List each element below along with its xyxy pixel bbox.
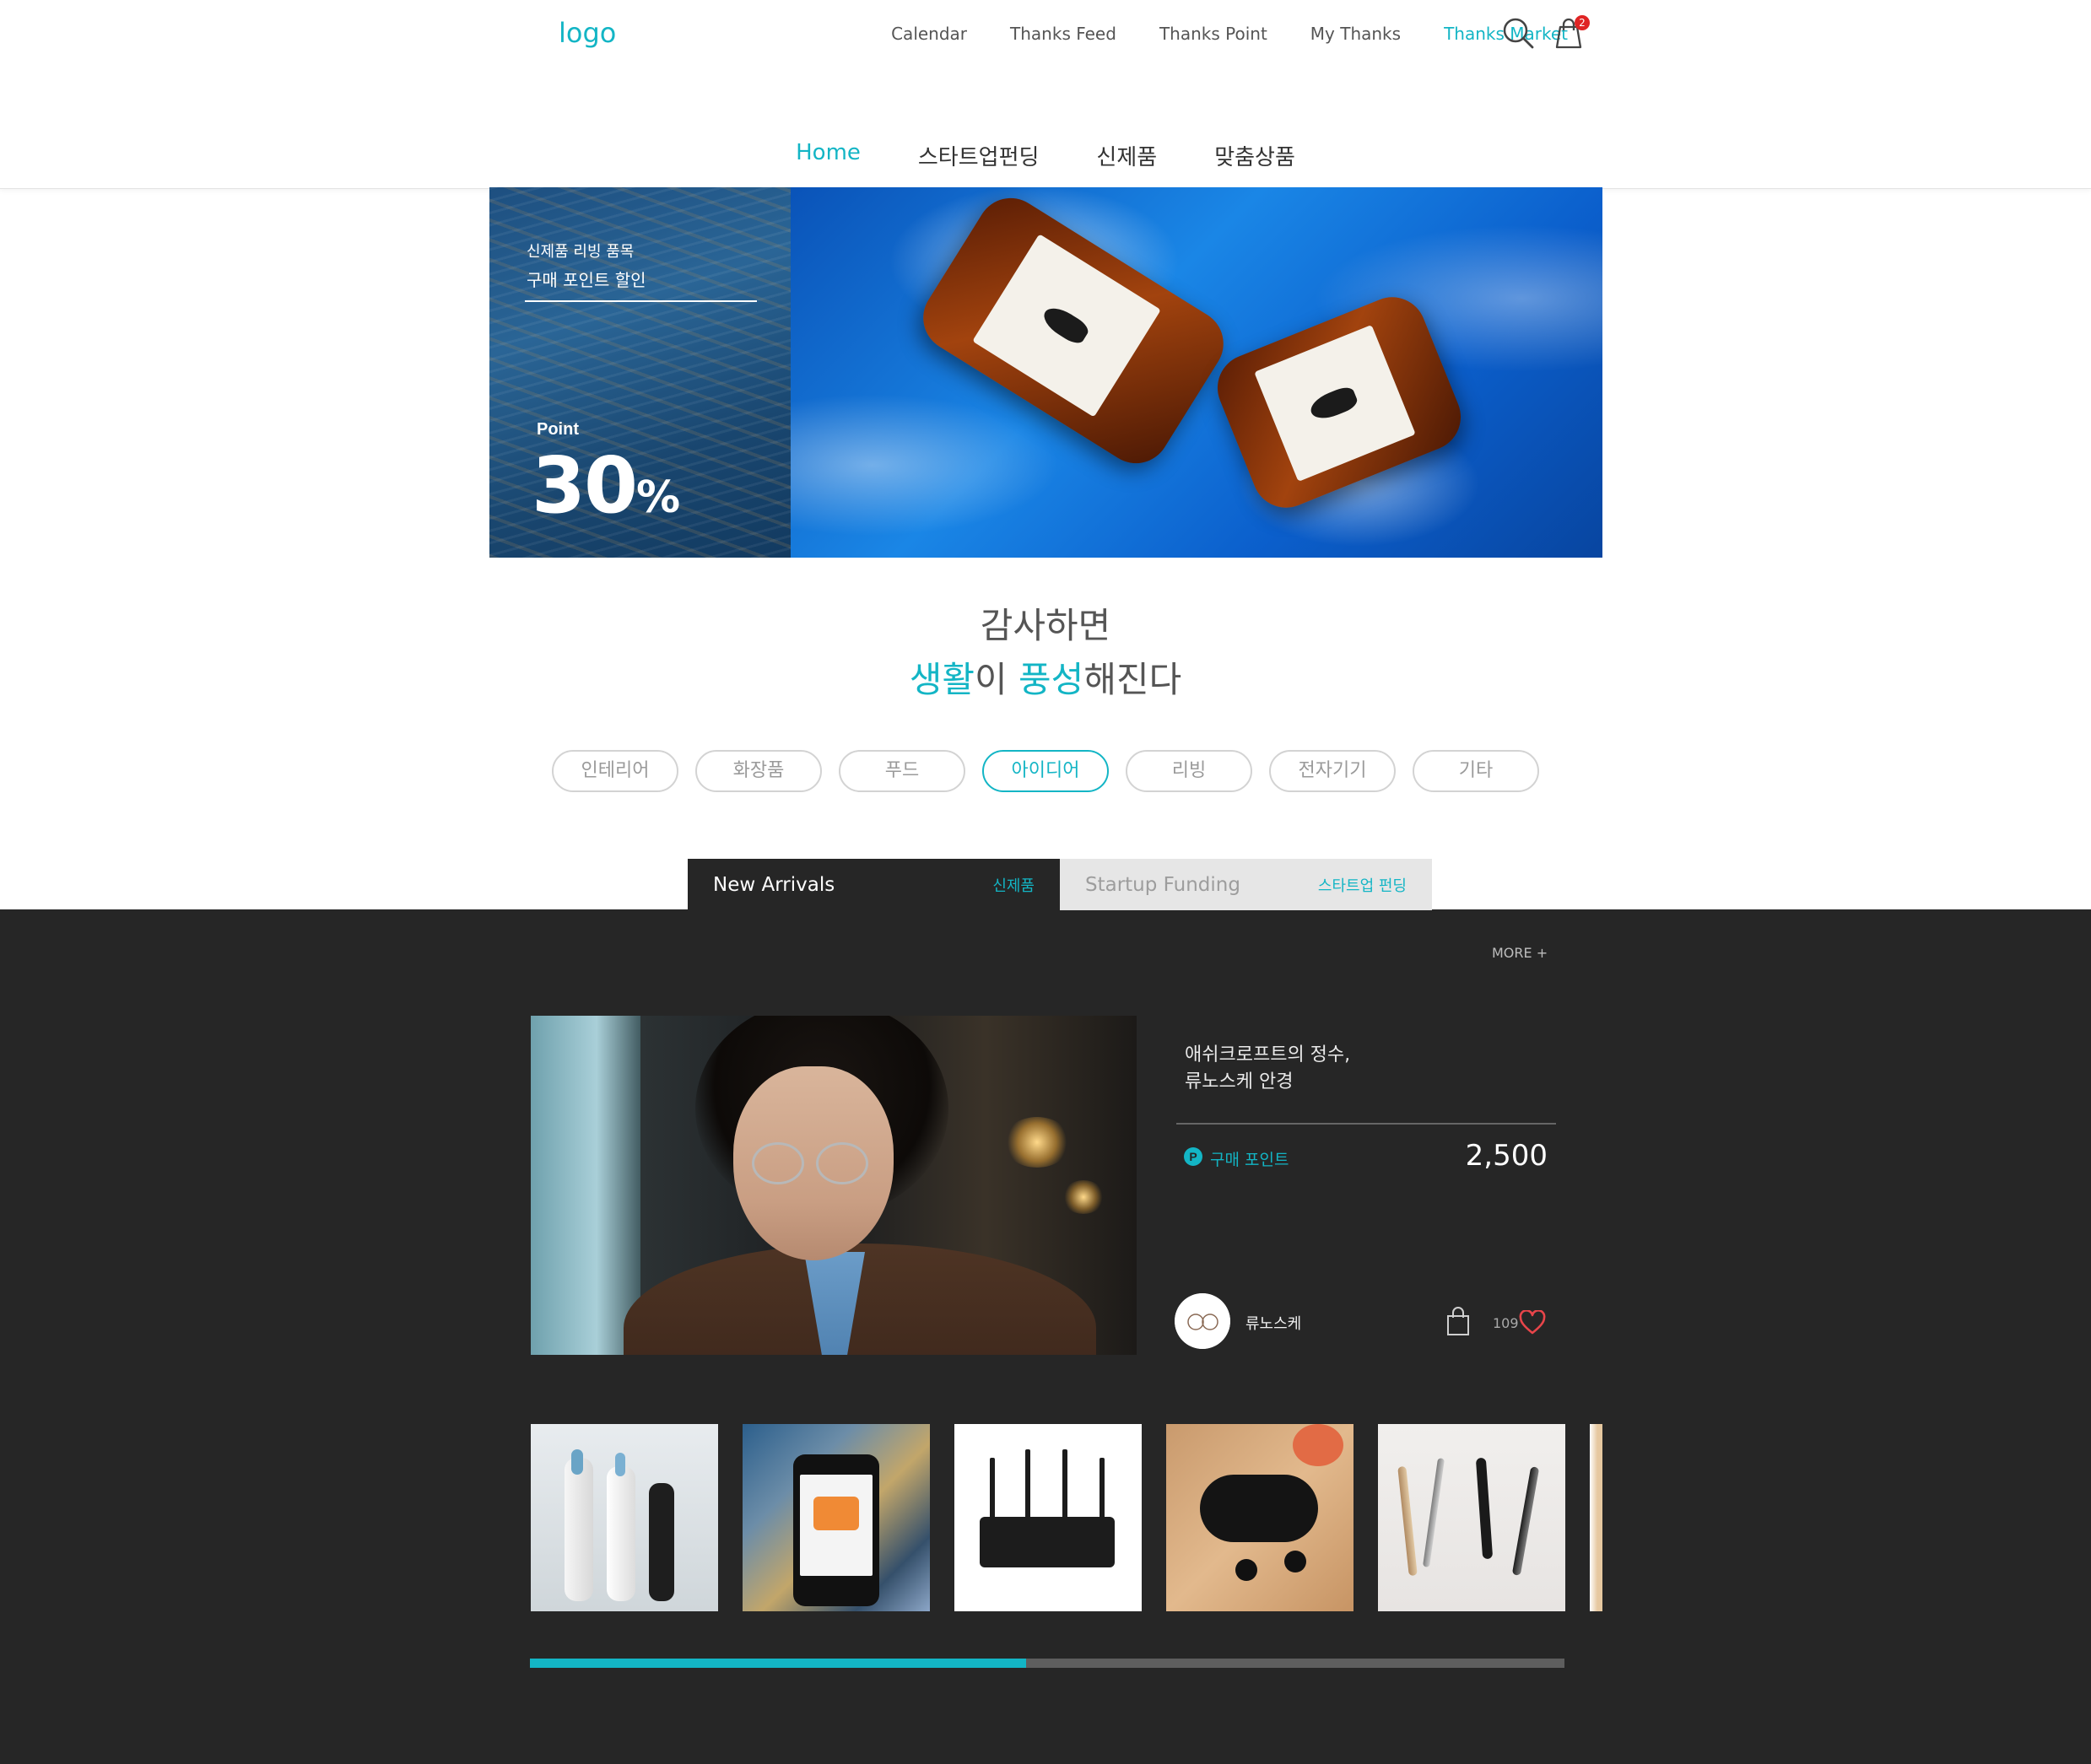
carousel-scrollbar[interactable] <box>530 1659 1564 1668</box>
cart-badge: 2 <box>1575 15 1590 30</box>
nav-thanks-feed[interactable]: Thanks Feed <box>1010 24 1116 44</box>
bottle-image <box>1207 287 1472 518</box>
hero-banner[interactable]: 신제품 리빙 품목 구매 포인트 할인 Point 30% <box>489 187 1602 558</box>
product-thumbnail[interactable] <box>1590 1424 1602 1611</box>
hero-percent-value: 30 <box>532 440 638 531</box>
hero-divider <box>525 300 757 302</box>
hero-subtitle: 신제품 리빙 품목 <box>527 243 635 261</box>
category-living[interactable]: 리빙 <box>1126 750 1252 792</box>
product-thumbnail[interactable] <box>531 1424 718 1611</box>
point-icon: P <box>1184 1147 1202 1166</box>
hero-percent: 30% <box>532 440 680 531</box>
category-other[interactable]: 기타 <box>1413 750 1539 792</box>
category-electronics[interactable]: 전자기기 <box>1269 750 1396 792</box>
featured-title[interactable]: 애쉬크로프트의 정수, <box>1185 1039 1350 1066</box>
featured-product-image[interactable] <box>531 1016 1137 1355</box>
shopping-bag-icon[interactable] <box>1445 1306 1472 1336</box>
tagline-line1: 감사하면 <box>980 605 1111 646</box>
section-tabs: New Arrivals 신제품 Startup Funding 스타트업 펀딩 <box>688 859 1432 910</box>
logo[interactable]: logo <box>559 17 616 49</box>
divider <box>1176 1123 1556 1125</box>
more-link[interactable]: MORE + <box>1492 945 1548 961</box>
nav-thanks-point[interactable]: Thanks Point <box>1159 24 1267 44</box>
tagline-word: 해진다 <box>1083 659 1182 700</box>
tab-new-arrivals[interactable]: New Arrivals 신제품 <box>688 859 1060 910</box>
hero-product-image <box>791 187 1602 558</box>
nav-calendar[interactable]: Calendar <box>891 24 967 44</box>
tab-sublabel: 신제품 <box>992 877 1035 895</box>
product-thumbnail[interactable] <box>1166 1424 1353 1611</box>
carousel-progress <box>530 1659 1027 1668</box>
heart-icon[interactable] <box>1519 1310 1546 1335</box>
tab-sublabel: 스타트업 펀딩 <box>1317 877 1407 895</box>
category-food[interactable]: 푸드 <box>839 750 965 792</box>
tab-startup-funding-section[interactable]: Startup Funding 스타트업 펀딩 <box>1060 859 1432 910</box>
tab-home[interactable]: Home <box>767 135 889 191</box>
top-nav: Calendar Thanks Feed Thanks Point My Tha… <box>891 24 1568 44</box>
tab-label: Startup Funding <box>1085 873 1240 896</box>
brand-avatar[interactable] <box>1175 1293 1230 1349</box>
category-interior[interactable]: 인테리어 <box>552 750 678 792</box>
bottle-image <box>910 187 1236 477</box>
featured-title[interactable]: 류노스케 안경 <box>1185 1066 1293 1093</box>
nav-my-thanks[interactable]: My Thanks <box>1310 24 1401 44</box>
tagline-word: 풍성 <box>1018 659 1084 700</box>
point-value: 2,500 <box>1465 1139 1548 1173</box>
category-filter: 인테리어 화장품 푸드 아이디어 리빙 전자기기 기타 <box>552 750 1539 792</box>
tagline-word: 이 <box>975 659 1019 700</box>
tab-startup-funding[interactable]: 스타트업펀딩 <box>889 135 1068 190</box>
sub-nav: Home 스타트업펀딩 신제품 맞춤상품 <box>0 135 2091 191</box>
product-thumbnail[interactable] <box>1378 1424 1565 1611</box>
brand-name[interactable]: 류노스케 <box>1245 1312 1301 1334</box>
category-cosmetics[interactable]: 화장품 <box>695 750 822 792</box>
tab-label: New Arrivals <box>713 873 835 896</box>
product-thumbnail[interactable] <box>743 1424 930 1611</box>
hero-title: 구매 포인트 할인 <box>527 270 646 290</box>
site-header: logo Calendar Thanks Feed Thanks Point M… <box>0 0 2091 191</box>
product-thumbnail[interactable] <box>954 1424 1142 1611</box>
search-icon[interactable] <box>1500 15 1536 51</box>
tab-new-products[interactable]: 신제품 <box>1067 135 1186 190</box>
hero-point-label: Point <box>537 420 579 439</box>
tagline-word: 생활 <box>909 659 975 700</box>
tab-custom-products[interactable]: 맞춤상품 <box>1186 135 1324 190</box>
point-label: 구매 포인트 <box>1210 1151 1289 1169</box>
tagline-line2: 생활이 풍성해진다 <box>0 651 2091 703</box>
hero-percent-symbol: % <box>636 472 681 523</box>
product-carousel <box>531 1424 1602 1611</box>
category-idea[interactable]: 아이디어 <box>982 750 1109 792</box>
like-count: 109 <box>1493 1315 1519 1331</box>
hero-promo-panel: 신제품 리빙 품목 구매 포인트 할인 Point 30% <box>489 187 791 558</box>
